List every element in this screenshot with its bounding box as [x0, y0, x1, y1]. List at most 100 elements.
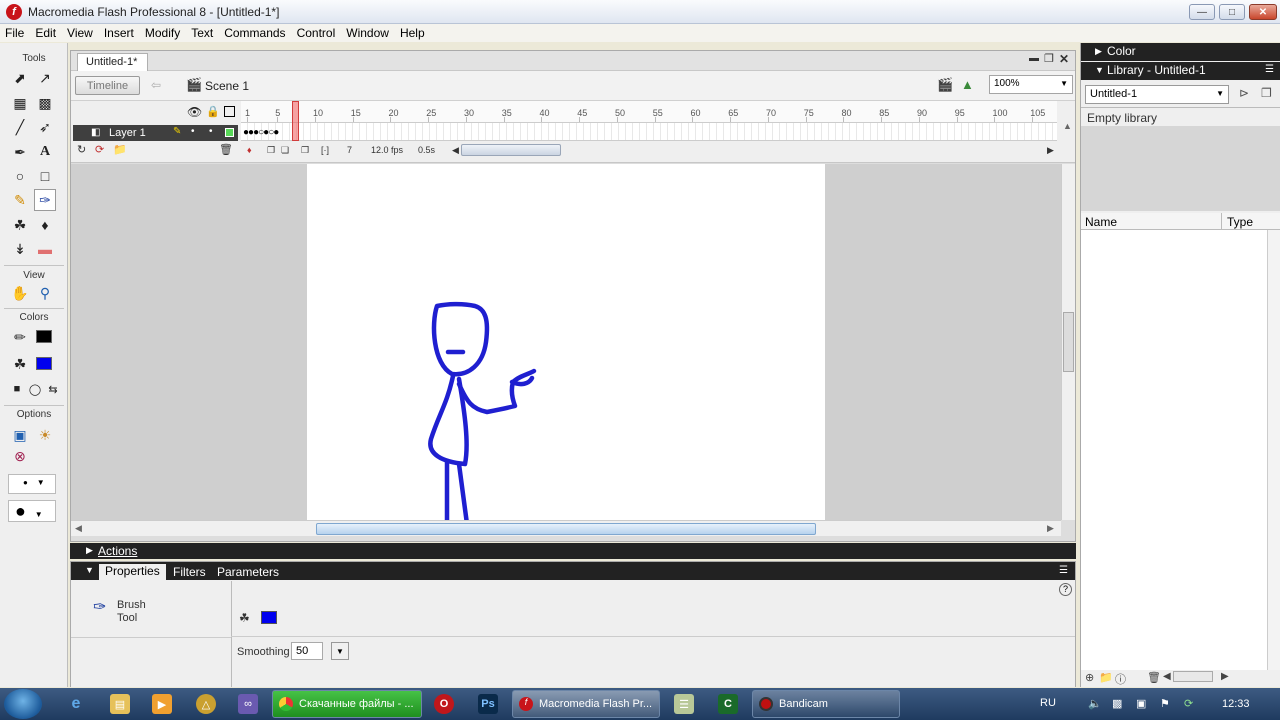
- expand-arrow-icon[interactable]: ▶: [86, 545, 93, 556]
- delete-icon[interactable]: 🗑: [1147, 671, 1161, 684]
- taskbar-task-flash[interactable]: f Macromedia Flash Pr...: [512, 690, 660, 718]
- stick-figure-drawing[interactable]: [307, 164, 825, 520]
- oval-tool-icon[interactable]: ○: [9, 165, 31, 187]
- color-panel-header[interactable]: ▶ Color: [1081, 43, 1280, 61]
- back-arrow-icon[interactable]: ⇦: [151, 78, 161, 92]
- ink-bottle-tool-icon[interactable]: ☘: [9, 214, 31, 236]
- swap-colors-icon[interactable]: ⇆: [42, 378, 64, 400]
- onion-outline-icon[interactable]: ❏: [281, 145, 289, 156]
- col-type[interactable]: Type: [1227, 215, 1253, 229]
- vscroll-thumb[interactable]: [1063, 312, 1074, 372]
- close-button[interactable]: ✕: [1249, 4, 1277, 20]
- outline-icon[interactable]: [224, 106, 235, 117]
- free-transform-tool-icon[interactable]: ▦: [9, 92, 31, 114]
- media-player-icon[interactable]: ▶: [152, 694, 172, 714]
- visibility-dot-icon[interactable]: •: [191, 126, 195, 137]
- scene-label[interactable]: Scene 1: [205, 79, 249, 93]
- scroll-right-icon[interactable]: ▶: [1221, 671, 1229, 682]
- eyedropper-tool-icon[interactable]: ↡: [9, 238, 31, 260]
- minimize-button[interactable]: —: [1189, 4, 1215, 20]
- fill-color-swatch[interactable]: [261, 611, 277, 624]
- lock-fill-icon[interactable]: ▣: [9, 424, 31, 446]
- panel-menu-icon[interactable]: ☰: [1059, 565, 1068, 576]
- menu-commands[interactable]: Commands: [219, 26, 291, 40]
- pencil-tool-icon[interactable]: ✎: [9, 189, 31, 211]
- scroll-left-icon[interactable]: ◀: [1163, 671, 1171, 682]
- language-indicator[interactable]: RU: [1040, 697, 1056, 709]
- new-folder-icon[interactable]: 📁: [1099, 671, 1113, 684]
- hscroll-left-icon[interactable]: ◀: [75, 523, 82, 534]
- fill-color-swatch[interactable]: [36, 357, 52, 370]
- folder-icon[interactable]: ▤: [110, 694, 130, 714]
- lasso-tool-icon[interactable]: ➶: [34, 116, 56, 138]
- text-tool-icon[interactable]: A: [34, 141, 56, 163]
- doc-close-icon[interactable]: ✕: [1059, 52, 1069, 66]
- outline-color-swatch[interactable]: [225, 128, 234, 137]
- brush-mode-icon[interactable]: ☀: [34, 424, 56, 446]
- edit-multiple-icon[interactable]: ❐: [301, 145, 309, 156]
- brush-shape-select[interactable]: ● ▼: [8, 500, 56, 522]
- hand-tool-icon[interactable]: ✋: [9, 282, 31, 304]
- menu-help[interactable]: Help: [395, 26, 431, 40]
- network-icon[interactable]: ▩: [1112, 697, 1122, 710]
- timeline-toggle-button[interactable]: Timeline: [75, 76, 140, 95]
- onion-skin-icon[interactable]: ❐: [267, 145, 275, 156]
- taskbar-task-chrome[interactable]: Скачанные файлы - ...: [272, 690, 422, 718]
- edit-symbols-icon[interactable]: ▲: [961, 77, 974, 92]
- col-name[interactable]: Name: [1085, 215, 1117, 229]
- library-document-select[interactable]: Untitled-1 ▼: [1085, 85, 1229, 104]
- tray-app-icon[interactable]: ▣: [1136, 697, 1146, 710]
- app-icon[interactable]: △: [196, 694, 216, 714]
- insert-folder-icon[interactable]: 📁: [113, 143, 127, 156]
- library-hscroll-thumb[interactable]: [1173, 671, 1213, 682]
- menu-window[interactable]: Window: [341, 26, 395, 40]
- taskbar-task-bandicam[interactable]: Bandicam: [752, 690, 900, 718]
- pin-library-icon[interactable]: ⊳: [1239, 86, 1249, 100]
- center-frame-icon[interactable]: ♦: [247, 145, 252, 155]
- lock-dot-icon[interactable]: •: [209, 126, 213, 137]
- add-motion-guide-icon[interactable]: ⟳: [95, 143, 104, 156]
- playhead[interactable]: [292, 101, 299, 141]
- delete-layer-icon[interactable]: 🗑: [219, 143, 233, 156]
- menu-file[interactable]: File: [0, 26, 30, 40]
- internet-explorer-icon[interactable]: e: [66, 694, 86, 714]
- properties-icon[interactable]: ⓘ: [1115, 671, 1126, 687]
- brush-size-select[interactable]: ● ▼: [8, 474, 56, 494]
- library-scrollbar[interactable]: [1267, 230, 1280, 670]
- new-symbol-icon[interactable]: ⊕: [1085, 671, 1094, 684]
- maximize-button[interactable]: □: [1219, 4, 1245, 20]
- lock-icon[interactable]: 🔒: [206, 105, 220, 118]
- timeline-scroll-up-icon[interactable]: ▲: [1063, 121, 1072, 131]
- stage[interactable]: [307, 164, 825, 520]
- menu-view[interactable]: View: [62, 26, 99, 40]
- zoom-select[interactable]: 100% ▼: [989, 75, 1073, 94]
- actions-label[interactable]: Actions: [98, 544, 137, 558]
- hscroll-thumb[interactable]: [316, 523, 816, 535]
- zoom-tool-icon[interactable]: ⚲: [34, 282, 56, 304]
- menu-modify[interactable]: Modify: [140, 26, 186, 40]
- tab-filters[interactable]: Filters: [173, 565, 206, 579]
- pen-tool-icon[interactable]: ✒: [9, 141, 31, 163]
- notepad-icon[interactable]: ☰: [674, 694, 694, 714]
- visual-studio-icon[interactable]: ∞: [238, 694, 258, 714]
- hscroll-right-icon[interactable]: ▶: [1047, 523, 1054, 534]
- timeline-scrollbar-thumb[interactable]: [461, 144, 561, 156]
- menu-insert[interactable]: Insert: [99, 26, 140, 40]
- pressure-icon[interactable]: ⊗: [9, 445, 31, 467]
- tab-parameters[interactable]: Parameters: [217, 565, 279, 579]
- camtasia-icon[interactable]: C: [718, 694, 738, 714]
- smoothing-input[interactable]: 50: [291, 642, 323, 660]
- onion-markers-icon[interactable]: [·]: [321, 145, 329, 155]
- gradient-transform-tool-icon[interactable]: ▩: [34, 92, 56, 114]
- speaker-icon[interactable]: 🔈: [1088, 697, 1102, 710]
- line-tool-icon[interactable]: ╱: [9, 116, 31, 138]
- edit-scene-icon[interactable]: 🎬: [937, 77, 953, 93]
- keyframes[interactable]: ●●●○●○●: [243, 127, 279, 138]
- menu-edit[interactable]: Edit: [30, 26, 62, 40]
- selection-tool-icon[interactable]: ⬈: [9, 67, 31, 89]
- eye-icon[interactable]: 👁: [187, 105, 202, 119]
- insert-layer-icon[interactable]: ↻: [77, 143, 86, 156]
- doc-restore-icon[interactable]: ❐: [1044, 52, 1054, 65]
- help-icon[interactable]: ?: [1059, 583, 1072, 596]
- stage-horizontal-scrollbar[interactable]: ◀ ▶: [71, 520, 1061, 536]
